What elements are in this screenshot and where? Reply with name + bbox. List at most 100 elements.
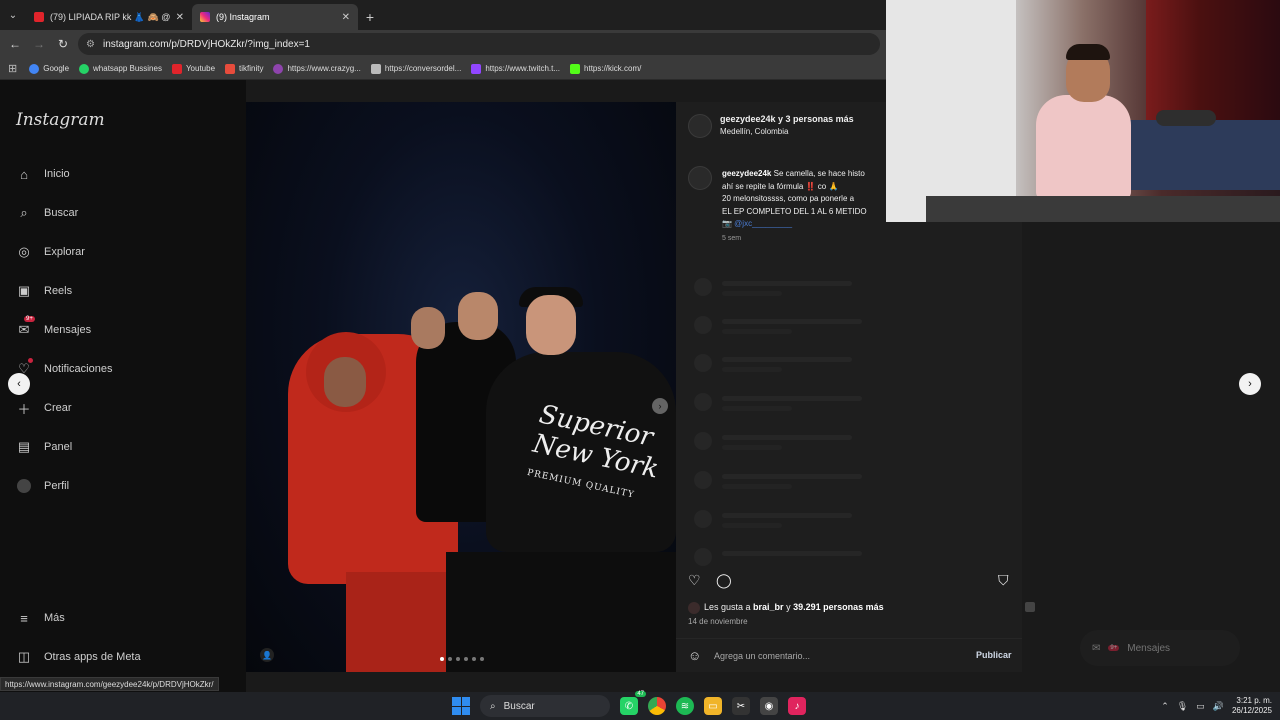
bookmark-tikfinity[interactable]: tikfinity <box>225 63 263 74</box>
post-header-users[interactable]: geezydee24k y 3 personas más <box>720 114 854 124</box>
tab-title: (9) Instagram <box>216 12 270 22</box>
sidebar-item-label: Mensajes <box>44 324 92 336</box>
whatsapp-icon[interactable]: ✆ 47 <box>620 691 646 715</box>
sidebar-item-explorar[interactable]: ◎ Explorar <box>16 244 85 260</box>
sidebar-item-crear[interactable]: ＋ Crear <box>16 400 71 417</box>
carousel-next-icon[interactable]: › <box>652 398 668 414</box>
file-explorer-icon[interactable]: ▭ <box>704 697 722 715</box>
caption-mention[interactable]: 📷 @jxc_________ <box>722 218 890 231</box>
avatar[interactable] <box>688 114 712 138</box>
bookmark-icon[interactable]: ⛉ <box>998 572 1009 589</box>
sidebar-item-reels[interactable]: ▣ Reels <box>16 283 72 299</box>
post-caption: geezydee24k Se camella, se hace histo ah… <box>722 168 890 231</box>
crazygames-icon <box>273 63 284 74</box>
next-post-button[interactable]: › <box>1239 373 1261 395</box>
tab-search-menu[interactable]: ⌄ <box>0 0 26 30</box>
windows-start-icon[interactable] <box>452 697 470 715</box>
comment-icon[interactable]: ◯ <box>716 572 732 589</box>
back-button[interactable]: ← <box>6 35 24 53</box>
sidebar-item-label: Más <box>44 612 65 624</box>
sidebar-item-inicio[interactable]: ⌂ Inicio <box>16 166 70 182</box>
post-image[interactable]: Superior New York PREMIUM QUALITY › 👤 <box>246 102 676 672</box>
post-author[interactable]: geezydee24k <box>720 114 776 124</box>
bookmark-whatsapp[interactable]: whatsapp Bussines <box>79 63 162 74</box>
obs-icon[interactable]: ◉ <box>760 697 778 715</box>
bookmark-label: Youtube <box>185 64 216 73</box>
apps-grid-icon[interactable]: ⊞ <box>8 62 17 75</box>
chrome-icon[interactable] <box>648 697 666 715</box>
search-icon: ⌕ <box>20 205 28 220</box>
bookmark-youtube[interactable]: Youtube <box>171 63 216 74</box>
instagram-favicon-icon <box>200 12 210 22</box>
photo-figure <box>411 307 445 349</box>
post-location[interactable]: Medellín, Colombia <box>720 127 788 136</box>
caption-author[interactable]: geezydee24k <box>722 169 771 178</box>
webcam-scene <box>1036 95 1131 200</box>
caption-line: EL EP COMPLETO DEL 1 AL 6 METIDO <box>722 206 867 216</box>
bookmark-google[interactable]: Google <box>29 63 69 74</box>
avatar <box>16 478 32 494</box>
bookmark-kick[interactable]: https://kick.com/ <box>570 63 641 74</box>
taskbar: ⌕ Buscar ✆ 47 ≋ ▭ ✂ ◉ ♪ ⌃ 🎙 ▭ 🔊 3:21 p. m… <box>0 691 1280 720</box>
bookmark-twitch[interactable]: https://www.twitch.t... <box>471 63 560 74</box>
sidebar-item-panel[interactable]: ▤ Panel <box>16 439 72 455</box>
bookmark-crazygames[interactable]: https://www.crazyg... <box>273 63 361 74</box>
caption-timestamp: 5 sem <box>722 235 742 242</box>
reload-button[interactable]: ↻ <box>54 35 72 53</box>
webcam-scene <box>1156 110 1216 126</box>
close-tab-icon[interactable]: ✕ <box>342 12 350 23</box>
likes-prefix: Les gusta a <box>704 602 754 612</box>
clock-date: 26/12/2025 <box>1231 706 1272 715</box>
spotify-icon[interactable]: ≋ <box>676 697 694 715</box>
sidebar-item-mensajes[interactable]: ✉ 9+ Mensajes <box>16 316 92 338</box>
whatsapp-badge: 47 <box>635 691 646 697</box>
likes-count[interactable]: 39.291 personas más <box>793 602 884 612</box>
minimize-icon[interactable] <box>1025 602 1035 612</box>
tab-instagram[interactable]: (9) Instagram ✕ <box>192 4 358 30</box>
microphone-icon[interactable]: 🎙 <box>1177 701 1188 712</box>
sidebar-item-notificaciones[interactable]: ♡ Notificaciones <box>16 358 112 377</box>
url-bar[interactable]: ⚙ instagram.com/p/DRDVjHOkZkr/?img_index… <box>78 33 880 55</box>
carousel-dot <box>464 657 468 661</box>
post-date: 14 de noviembre <box>688 617 748 626</box>
clock[interactable]: 3:21 p. m. 26/12/2025 <box>1232 696 1272 716</box>
sidebar-item-perfil[interactable]: Perfil <box>16 478 69 494</box>
photo-figure <box>446 552 676 672</box>
new-tab-button[interactable]: + <box>358 4 382 30</box>
sidebar-item-mas[interactable]: ≡ Más <box>16 610 65 626</box>
site-info-icon[interactable]: ⚙ <box>86 39 95 50</box>
compass-icon: ◎ <box>18 244 30 259</box>
kick-icon <box>570 63 581 74</box>
avatar[interactable] <box>688 166 712 190</box>
capcut-icon[interactable]: ✂ <box>732 697 750 715</box>
taskbar-search[interactable]: ⌕ Buscar <box>480 695 610 717</box>
bookmark-conversor[interactable]: https://conversordel... <box>370 63 461 74</box>
network-icon[interactable]: ▭ <box>1196 701 1205 712</box>
close-tab-icon[interactable]: ✕ <box>176 12 184 23</box>
likes-user[interactable]: brai_br <box>753 602 784 612</box>
taskbar-apps: ⌕ Buscar ✆ 47 ≋ ▭ ✂ ◉ ♪ <box>452 691 806 720</box>
previous-post-button[interactable]: ‹ <box>8 373 30 395</box>
url-text: instagram.com/p/DRDVjHOkZkr/?img_index=1 <box>102 38 310 50</box>
floating-messages-button[interactable]: ✉ 9+ Mensajes <box>1080 630 1240 666</box>
youtube-favicon-icon <box>34 12 44 22</box>
carousel-dot <box>472 657 476 661</box>
instagram-logo[interactable]: Instagram <box>16 110 105 130</box>
likes-summary[interactable]: Les gusta a brai_br y 39.291 personas má… <box>704 602 884 612</box>
notification-dot <box>28 358 33 363</box>
emoji-icon[interactable]: ☺ <box>688 648 701 663</box>
comment-input[interactable] <box>714 649 954 663</box>
forward-button[interactable]: → <box>30 35 48 53</box>
like-icon[interactable]: ♡ <box>688 572 701 589</box>
sidebar-item-meta[interactable]: ◫ Otras apps de Meta <box>16 649 141 665</box>
tiktok-icon[interactable]: ♪ <box>788 697 806 715</box>
tab-youtube[interactable]: (79) LIPIADA RIP kk 👗 🙈 @Es ✕ <box>26 4 192 30</box>
publish-button[interactable]: Publicar <box>976 650 1012 660</box>
user-tag-icon[interactable]: 👤 <box>260 648 274 662</box>
volume-icon[interactable]: 🔊 <box>1213 701 1224 712</box>
webcam-scene <box>886 0 1016 222</box>
post-coauthors[interactable]: y 3 personas más <box>776 114 854 124</box>
webcam-scene <box>1066 44 1110 60</box>
tray-chevron-icon[interactable]: ⌃ <box>1161 701 1169 712</box>
sidebar-item-buscar[interactable]: ⌕ Buscar <box>16 205 78 221</box>
